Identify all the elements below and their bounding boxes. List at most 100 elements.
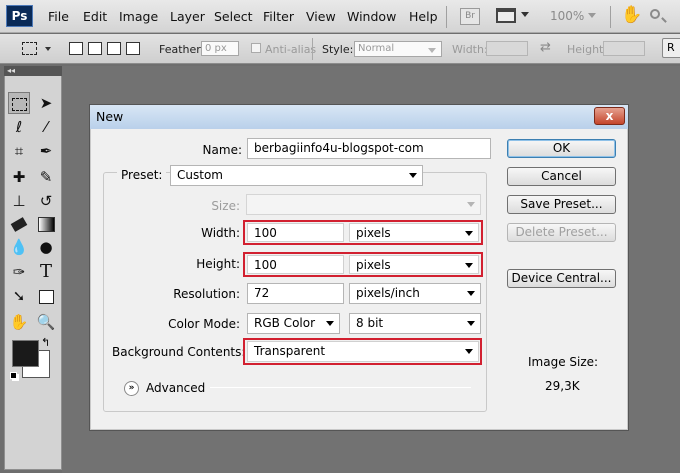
chevron-down-icon [465,349,473,354]
default-colors-icon[interactable] [10,372,17,379]
preset-select[interactable]: Custom [170,165,423,186]
magic-wand-icon: ⁄ [44,118,48,136]
advanced-label[interactable]: Advanced [146,381,205,395]
collapse-icon[interactable]: ◂◂ [7,66,15,75]
zoom-level[interactable]: 100% [550,9,584,23]
menu-edit[interactable]: Edit [83,9,107,24]
marquee-icon [11,98,27,111]
chevron-down-icon[interactable] [45,47,51,51]
crop-tool[interactable]: ⌗ [8,140,30,162]
refine-edge-button[interactable]: R [662,38,680,58]
chevron-down-icon [467,291,475,296]
menu-filter[interactable]: Filter [263,9,294,24]
resolution-unit-select[interactable]: pixels/inch [349,283,481,304]
shape-tool[interactable] [35,285,57,307]
screen-mode-icon[interactable] [496,8,516,23]
size-select [246,194,481,215]
chevron-down-icon [326,321,334,326]
preset-label: Preset: [117,168,167,182]
swap-icon[interactable]: ⇄ [540,40,551,55]
add-selection-icon[interactable] [88,42,102,55]
marquee-tool[interactable] [8,92,30,114]
subtract-selection-icon[interactable] [107,42,121,55]
eyedropper-icon: ✒ [39,142,53,160]
height-input[interactable]: 100 [247,255,344,274]
background-contents-value: Transparent [254,344,326,358]
rectangle-icon [38,289,54,304]
healing-brush-tool[interactable]: ✚ [8,166,30,188]
swap-colors-icon[interactable]: ↰ [41,336,50,349]
history-brush-tool[interactable]: ↺ [35,190,57,212]
chevron-down-icon[interactable] [521,12,529,17]
hand-tool[interactable]: ✋ [8,311,30,333]
bit-depth-select[interactable]: 8 bit [349,313,481,334]
options-divider [312,38,313,60]
chevron-down-icon [467,321,475,326]
width-input[interactable] [486,41,528,56]
new-selection-icon[interactable] [69,42,83,55]
close-button[interactable]: x [594,107,625,125]
cancel-button[interactable]: Cancel [507,167,616,186]
eraser-tool[interactable] [8,213,30,235]
marquee-tool-icon[interactable] [22,42,37,55]
hand-icon[interactable]: ✋ [621,5,642,25]
save-preset-button[interactable]: Save Preset... [507,195,616,214]
color-mode-select[interactable]: RGB Color [247,313,340,334]
magic-wand-tool[interactable]: ⁄ [35,116,57,138]
name-input[interactable]: berbagiinfo4u-blogspot-com [247,138,491,159]
clone-stamp-tool[interactable]: ⊥ [8,190,30,212]
ok-button[interactable]: OK [507,139,616,158]
feather-input[interactable]: 0 px [201,41,239,56]
menu-layer[interactable]: Layer [170,9,205,24]
menu-image[interactable]: Image [119,9,158,24]
menu-file[interactable]: File [48,9,69,24]
dialog-titlebar[interactable] [90,105,628,129]
antialias-checkbox[interactable] [251,43,261,53]
dodge-tool[interactable]: ● [35,236,57,258]
gradient-tool[interactable] [35,213,57,235]
path-selection-tool[interactable]: ➘ [8,285,30,307]
width-unit-select[interactable]: pixels [349,223,479,242]
width-label: Width: [452,43,488,56]
pen-tool[interactable]: ✑ [8,261,30,283]
width-input[interactable]: 100 [247,223,344,242]
resolution-unit-value: pixels/inch [356,286,420,300]
resolution-input[interactable]: 72 [247,283,344,304]
menu-select[interactable]: Select [214,9,253,24]
preset-value: Custom [177,168,223,182]
move-tool[interactable]: ➤ [35,92,57,114]
device-central-button[interactable]: Device Central... [507,269,616,288]
gradient-icon [37,217,55,232]
width-unit-value: pixels [356,226,391,240]
style-select[interactable]: Normal [354,41,442,57]
menu-window[interactable]: Window [347,9,396,24]
advanced-expand-icon[interactable]: » [124,381,139,396]
height-label: Height: [567,43,608,56]
eyedropper-tool[interactable]: ✒ [35,140,57,162]
height-unit-select[interactable]: pixels [349,255,479,274]
arrow-icon: ➘ [12,287,26,305]
image-size-value: 29,3K [545,379,580,393]
menu-view[interactable]: View [306,9,336,24]
brush-tool[interactable]: ✎ [35,166,57,188]
blur-tool[interactable]: 💧 [8,236,30,258]
lasso-tool[interactable]: ℓ [8,116,30,138]
bridge-icon[interactable]: Br [460,8,480,25]
chevron-down-icon [409,173,417,178]
type-tool[interactable]: T [35,261,57,283]
type-icon: T [39,261,52,282]
zoom-icon[interactable] [650,9,660,19]
feather-label: Feather: [159,43,205,56]
height-unit-value: pixels [356,258,391,272]
intersect-selection-icon[interactable] [126,42,140,55]
brush-icon: ✎ [39,168,53,186]
zoom-tool[interactable]: 🔍 [35,311,57,333]
crop-icon: ⌗ [14,142,24,160]
foreground-color-swatch[interactable] [12,340,39,367]
height-input[interactable] [603,41,645,56]
color-mode-value: RGB Color [254,316,316,330]
menu-help[interactable]: Help [409,9,438,24]
menu-divider [446,6,447,28]
background-contents-select[interactable]: Transparent [247,341,479,362]
chevron-down-icon[interactable] [588,13,596,18]
